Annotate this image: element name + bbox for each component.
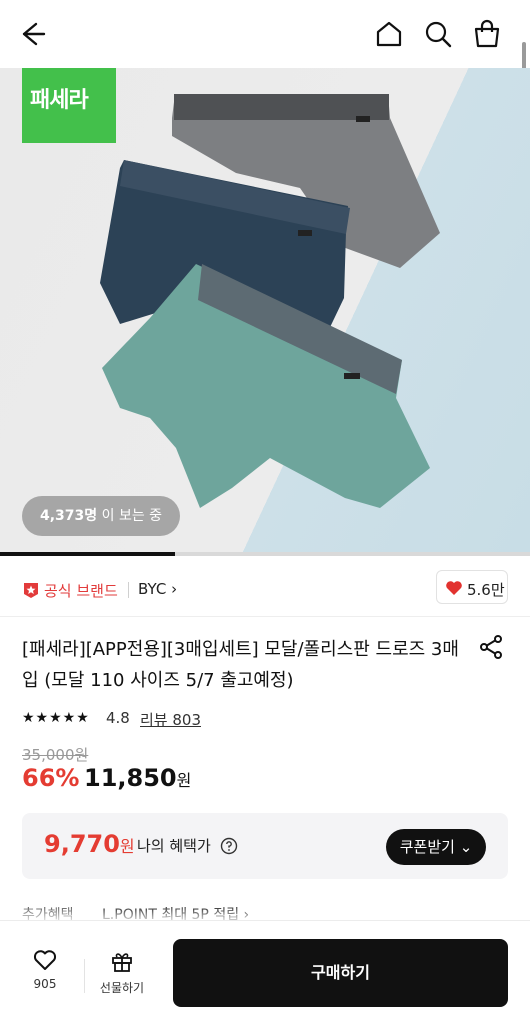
product-image-carousel[interactable]: 패세라 4,373명 이 보는 중 <box>0 68 530 552</box>
brand-divider <box>128 582 129 598</box>
chevron-right-icon: › <box>171 580 178 598</box>
viewer-count-pill: 4,373명 이 보는 중 <box>22 496 181 536</box>
top-navigation-bar <box>0 0 530 68</box>
home-icon[interactable] <box>373 18 405 50</box>
bottom-bar-divider <box>84 959 85 993</box>
rating-stars: ★★★★★ <box>22 710 90 726</box>
viewer-count: 4,373명 <box>40 508 98 524</box>
wishlist-count: 905 <box>33 977 57 991</box>
wishlist-button[interactable]: 905 <box>20 949 70 1005</box>
like-button[interactable]: 5.6만 <box>436 570 508 604</box>
image-progress-bar <box>0 552 530 556</box>
benefit-price-currency: 원 <box>119 837 135 856</box>
official-brand-icon <box>22 581 40 599</box>
get-coupon-button[interactable]: 쿠폰받기 ⌄ <box>386 829 486 865</box>
brand-name-link[interactable]: BYC › <box>138 580 177 598</box>
brand-row: 공식 브랜드 BYC › 5.6만 <box>0 568 530 612</box>
brand-name: BYC <box>138 580 167 598</box>
arrow-left-icon[interactable] <box>16 18 48 50</box>
official-brand-label[interactable]: 공식 브랜드 <box>44 580 118 601</box>
my-benefit-box: 9,770원 나의 혜택가 쿠폰받기 ⌄ <box>22 813 508 879</box>
bottom-action-bar: 905 선물하기 구매하기 <box>0 920 530 1024</box>
sale-price-value: 11,850 <box>84 764 177 792</box>
share-icon[interactable] <box>478 634 504 660</box>
shopping-bag-icon[interactable] <box>471 18 503 50</box>
gift-icon <box>112 953 132 972</box>
review-count-link[interactable]: 리뷰 803 <box>140 709 201 730</box>
benefit-label: 나의 혜택가 <box>137 837 211 855</box>
benefit-price-value: 9,770 <box>44 830 120 858</box>
section-divider <box>0 616 530 617</box>
image-progress-fill <box>0 552 175 556</box>
like-count: 5.6만 <box>467 581 505 599</box>
benefit-price: 9,770원 <box>44 830 135 858</box>
viewer-suffix: 이 보는 중 <box>97 508 163 524</box>
coupon-button-label: 쿠폰받기 <box>399 838 455 856</box>
chevron-down-icon: ⌄ <box>459 838 473 856</box>
discount-rate: 66% <box>22 764 80 792</box>
original-price: 35,000원 <box>22 746 89 764</box>
gift-label: 선물하기 <box>99 981 145 995</box>
gift-button[interactable]: 선물하기 <box>92 949 152 1005</box>
search-icon[interactable] <box>422 18 454 50</box>
product-title: [패세라][APP전용][3매입세트] 모달/폴리스판 드로즈 3매입 (모달 … <box>22 639 459 691</box>
rating-value: 4.8 <box>106 709 130 727</box>
buy-button[interactable]: 구매하기 <box>173 939 508 1007</box>
brand-logo-badge: 패세라 <box>22 68 116 143</box>
info-icon[interactable] <box>220 837 238 855</box>
heart-outline-icon <box>33 950 57 970</box>
sale-price: 11,850원 <box>84 764 191 792</box>
heart-filled-icon <box>446 581 462 595</box>
sale-price-currency: 원 <box>176 771 192 790</box>
